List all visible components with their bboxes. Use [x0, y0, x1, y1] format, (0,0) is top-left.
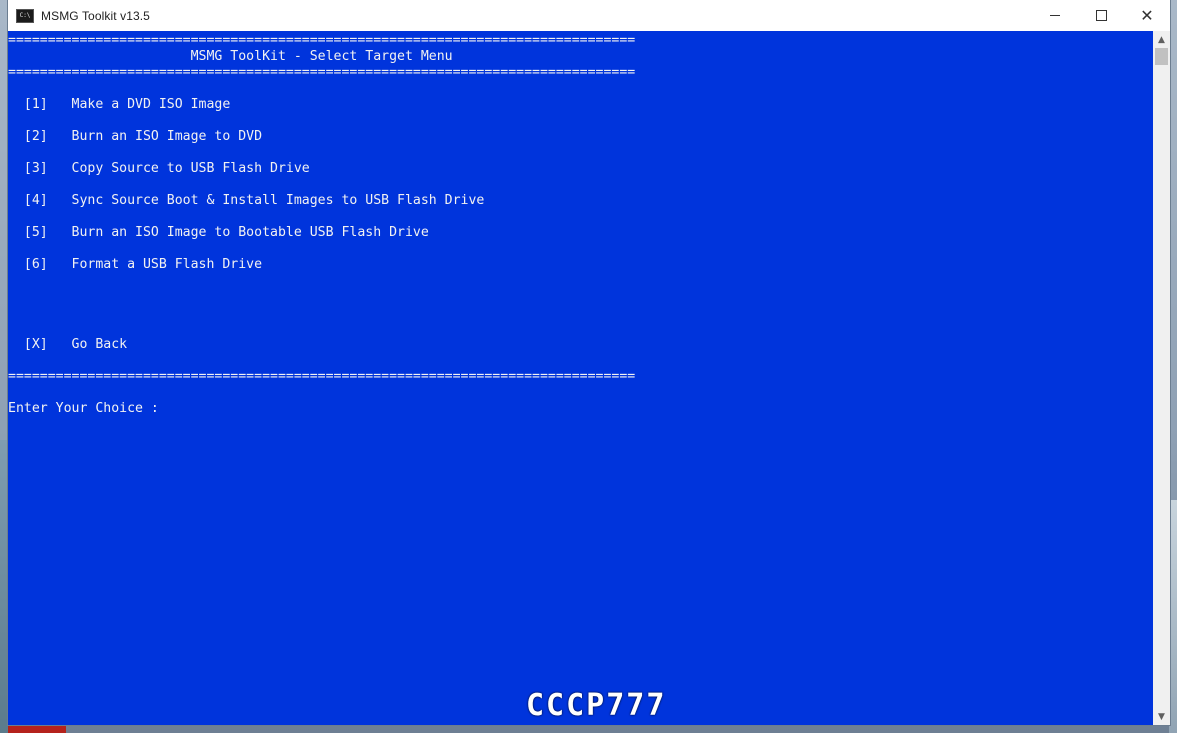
- separator-line: ========================================…: [8, 369, 636, 384]
- window-title: MSMG Toolkit v13.5: [41, 8, 150, 23]
- scroll-down-arrow-icon[interactable]: ▼: [1153, 708, 1170, 725]
- maximize-button[interactable]: [1078, 0, 1124, 31]
- menu-title: MSMG ToolKit - Select Target Menu: [8, 49, 453, 64]
- separator-line: ========================================…: [8, 65, 636, 80]
- choice-prompt[interactable]: Enter Your Choice :: [8, 401, 159, 417]
- close-icon: ✕: [1140, 5, 1154, 25]
- desktop-wallpaper-right: [1169, 500, 1177, 733]
- menu-option-1: [1] Make a DVD ISO Image: [8, 97, 231, 112]
- scrollbar-thumb[interactable]: [1155, 48, 1168, 65]
- console-output[interactable]: ========================================…: [8, 31, 1153, 725]
- menu-option-6: [6] Format a USB Flash Drive: [8, 257, 263, 272]
- close-button[interactable]: ✕: [1124, 0, 1170, 31]
- title-bar[interactable]: C:\ MSMG Toolkit v13.5 ✕: [8, 0, 1170, 31]
- watermark-text: CCCP777: [526, 688, 667, 723]
- minimize-icon: [1050, 15, 1060, 16]
- menu-option-4: [4] Sync Source Boot & Install Images to…: [8, 193, 485, 208]
- menu-option-go-back: [X] Go Back: [8, 337, 128, 352]
- minimize-button[interactable]: [1032, 0, 1078, 31]
- desktop-wallpaper-left: [0, 440, 8, 733]
- menu-option-2: [2] Burn an ISO Image to DVD: [8, 129, 263, 144]
- menu-option-3: [3] Copy Source to USB Flash Drive: [8, 161, 310, 176]
- cmd-console-icon: C:\: [16, 8, 34, 23]
- separator-line: ========================================…: [8, 33, 636, 48]
- menu-option-5: [5] Burn an ISO Image to Bootable USB Fl…: [8, 225, 429, 240]
- vertical-scrollbar[interactable]: ▲ ▼: [1153, 31, 1170, 725]
- console-window[interactable]: C:\ MSMG Toolkit v13.5 ✕ ===============…: [8, 0, 1170, 725]
- scroll-up-arrow-icon[interactable]: ▲: [1153, 31, 1170, 48]
- maximize-icon: [1095, 10, 1107, 21]
